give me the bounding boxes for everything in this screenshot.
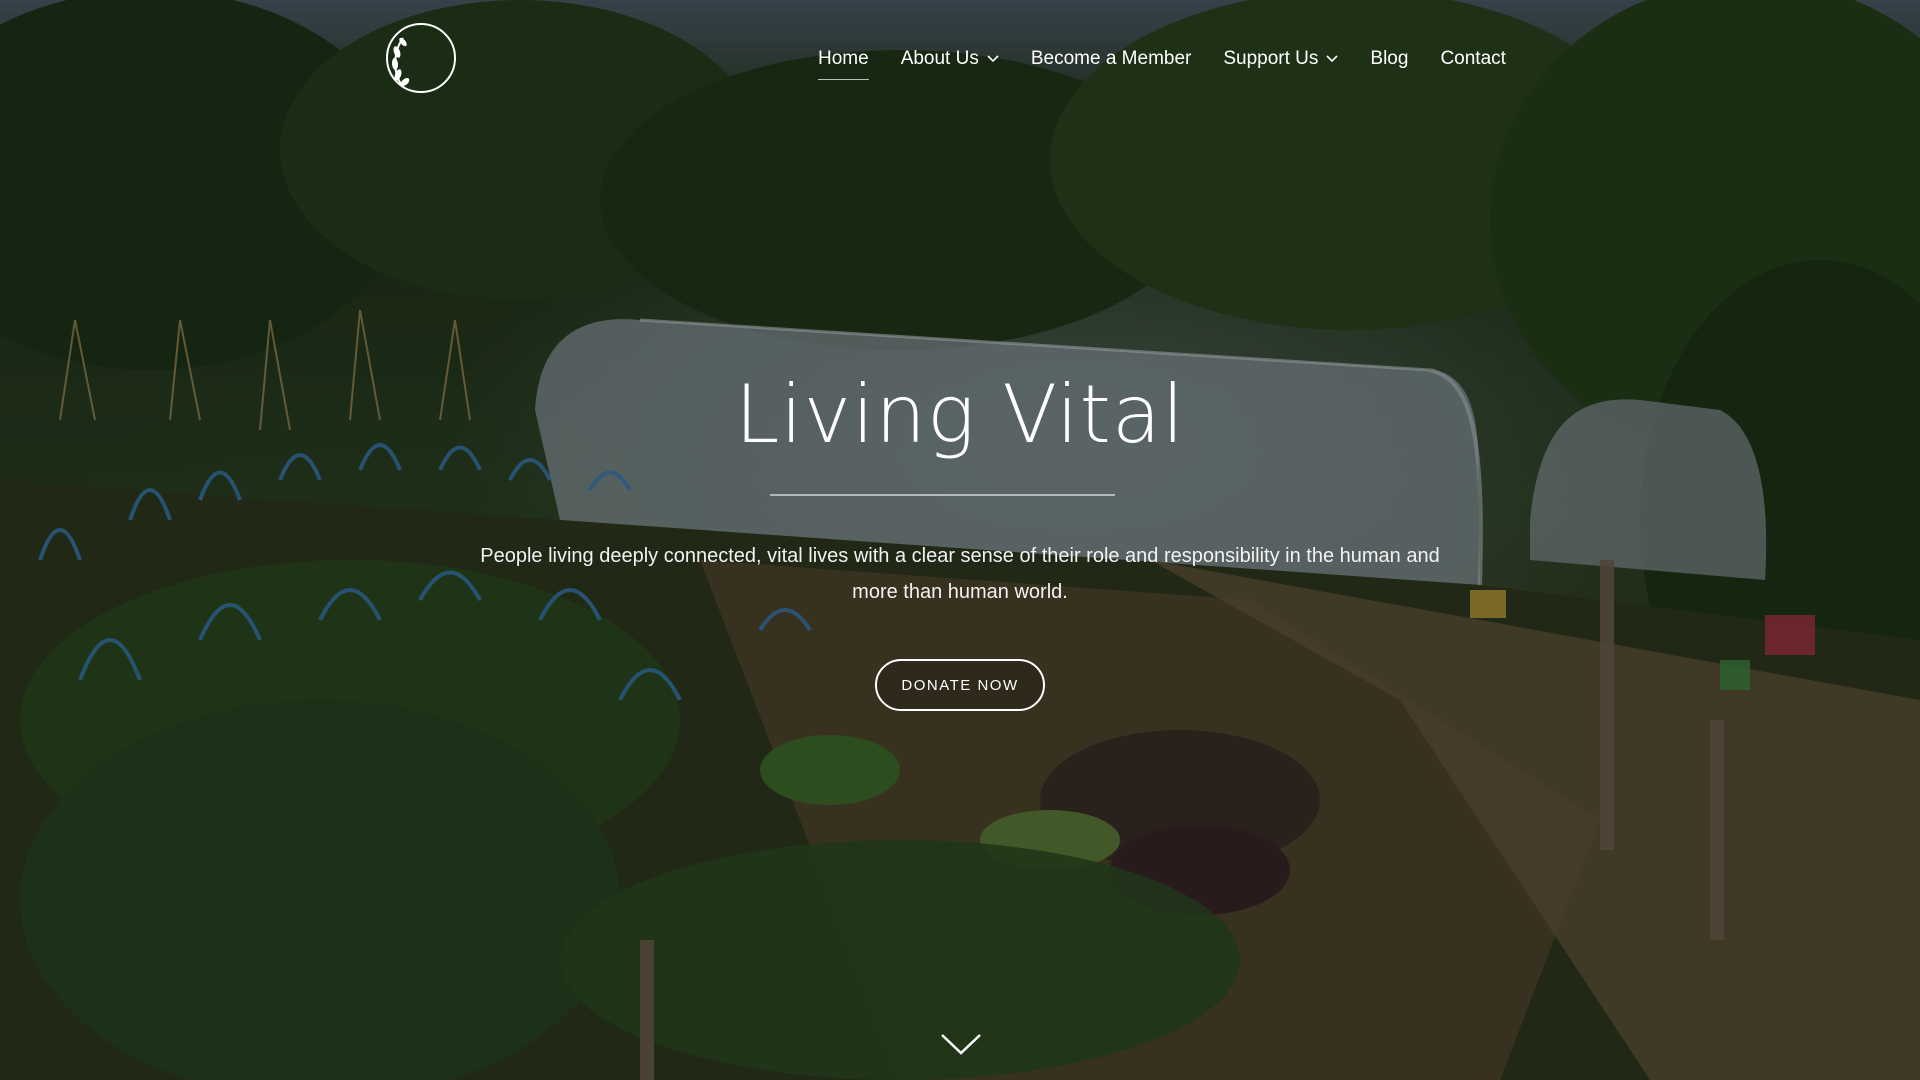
chevron-down-icon [987,55,999,63]
donate-now-button[interactable]: DONATE NOW [875,659,1045,711]
nav-item-label: Become a Member [1030,48,1192,69]
title-divider [770,494,1115,496]
nav-item-label: Support Us [1223,48,1319,69]
donate-button-label: DONATE NOW [901,676,1019,694]
hero-title: Living Vital [734,368,1186,461]
scroll-down-button[interactable] [940,1032,982,1056]
nav-item-label: Blog [1370,48,1409,69]
site-logo[interactable] [385,22,457,94]
nav-item-label: Contact [1440,48,1506,69]
nav-item-support-us[interactable]: Support Us [1223,48,1338,70]
nav-item-contact[interactable]: Contact [1440,48,1505,70]
hero-section: Home About Us Become a Member Support Us… [0,0,1920,1080]
chevron-down-icon [941,1034,981,1055]
hero-subtitle: People living deeply connected, vital li… [480,545,1440,603]
nav-item-label: Home [818,48,869,69]
nav-item-become-a-member[interactable]: Become a Member [1031,48,1192,70]
main-nav: Home About Us Become a Member Support Us… [818,48,1506,80]
chevron-down-icon [1326,55,1338,63]
nav-item-home[interactable]: Home [818,48,869,80]
nav-item-blog[interactable]: Blog [1370,48,1408,70]
nav-item-label: About Us [900,48,979,69]
leaf-wreath-icon [386,23,456,93]
nav-item-about-us[interactable]: About Us [901,48,999,70]
